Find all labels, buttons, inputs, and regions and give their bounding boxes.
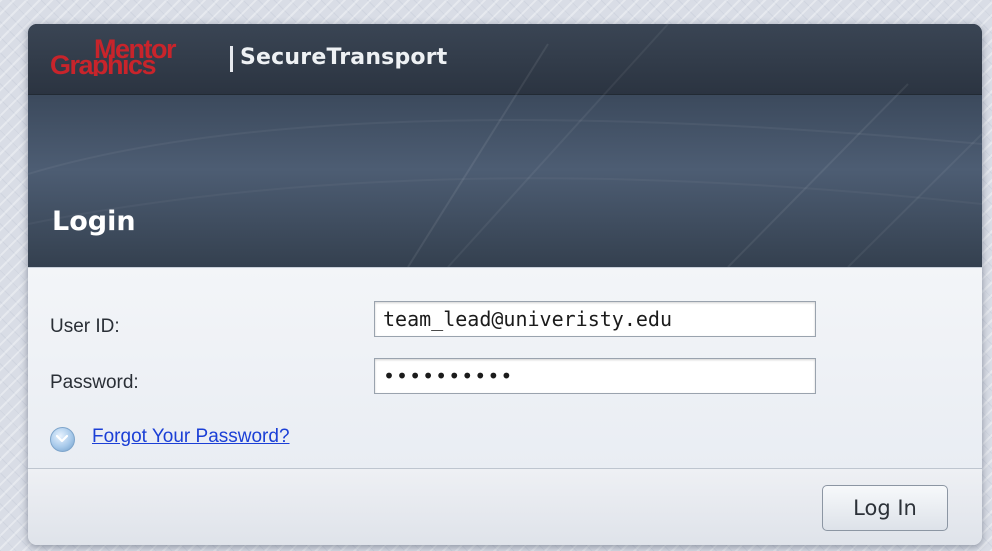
- password-input[interactable]: ••••••••••: [374, 358, 816, 394]
- mentor-graphics-logo: Mentor Graphics: [50, 36, 178, 76]
- login-form: User ID: team_lead@univeristy.edu Passwo…: [28, 267, 982, 469]
- login-panel: Mentor Graphics SecureTransport Login Us…: [28, 24, 982, 545]
- password-label: Password:: [50, 372, 139, 393]
- forgot-password-link[interactable]: Forgot Your Password?: [92, 426, 290, 448]
- svg-text:Graphics: Graphics: [50, 50, 156, 76]
- user-id-input[interactable]: team_lead@univeristy.edu: [374, 301, 816, 337]
- page-title: Login: [52, 206, 136, 237]
- user-id-label: User ID:: [50, 316, 120, 337]
- footer-bar: Log In: [28, 468, 982, 545]
- logo-divider: [230, 46, 233, 72]
- chevron-down-icon[interactable]: [50, 427, 75, 452]
- login-button[interactable]: Log In: [822, 485, 948, 531]
- header-banner: Mentor Graphics SecureTransport Login: [28, 24, 982, 267]
- product-name: SecureTransport: [240, 45, 448, 70]
